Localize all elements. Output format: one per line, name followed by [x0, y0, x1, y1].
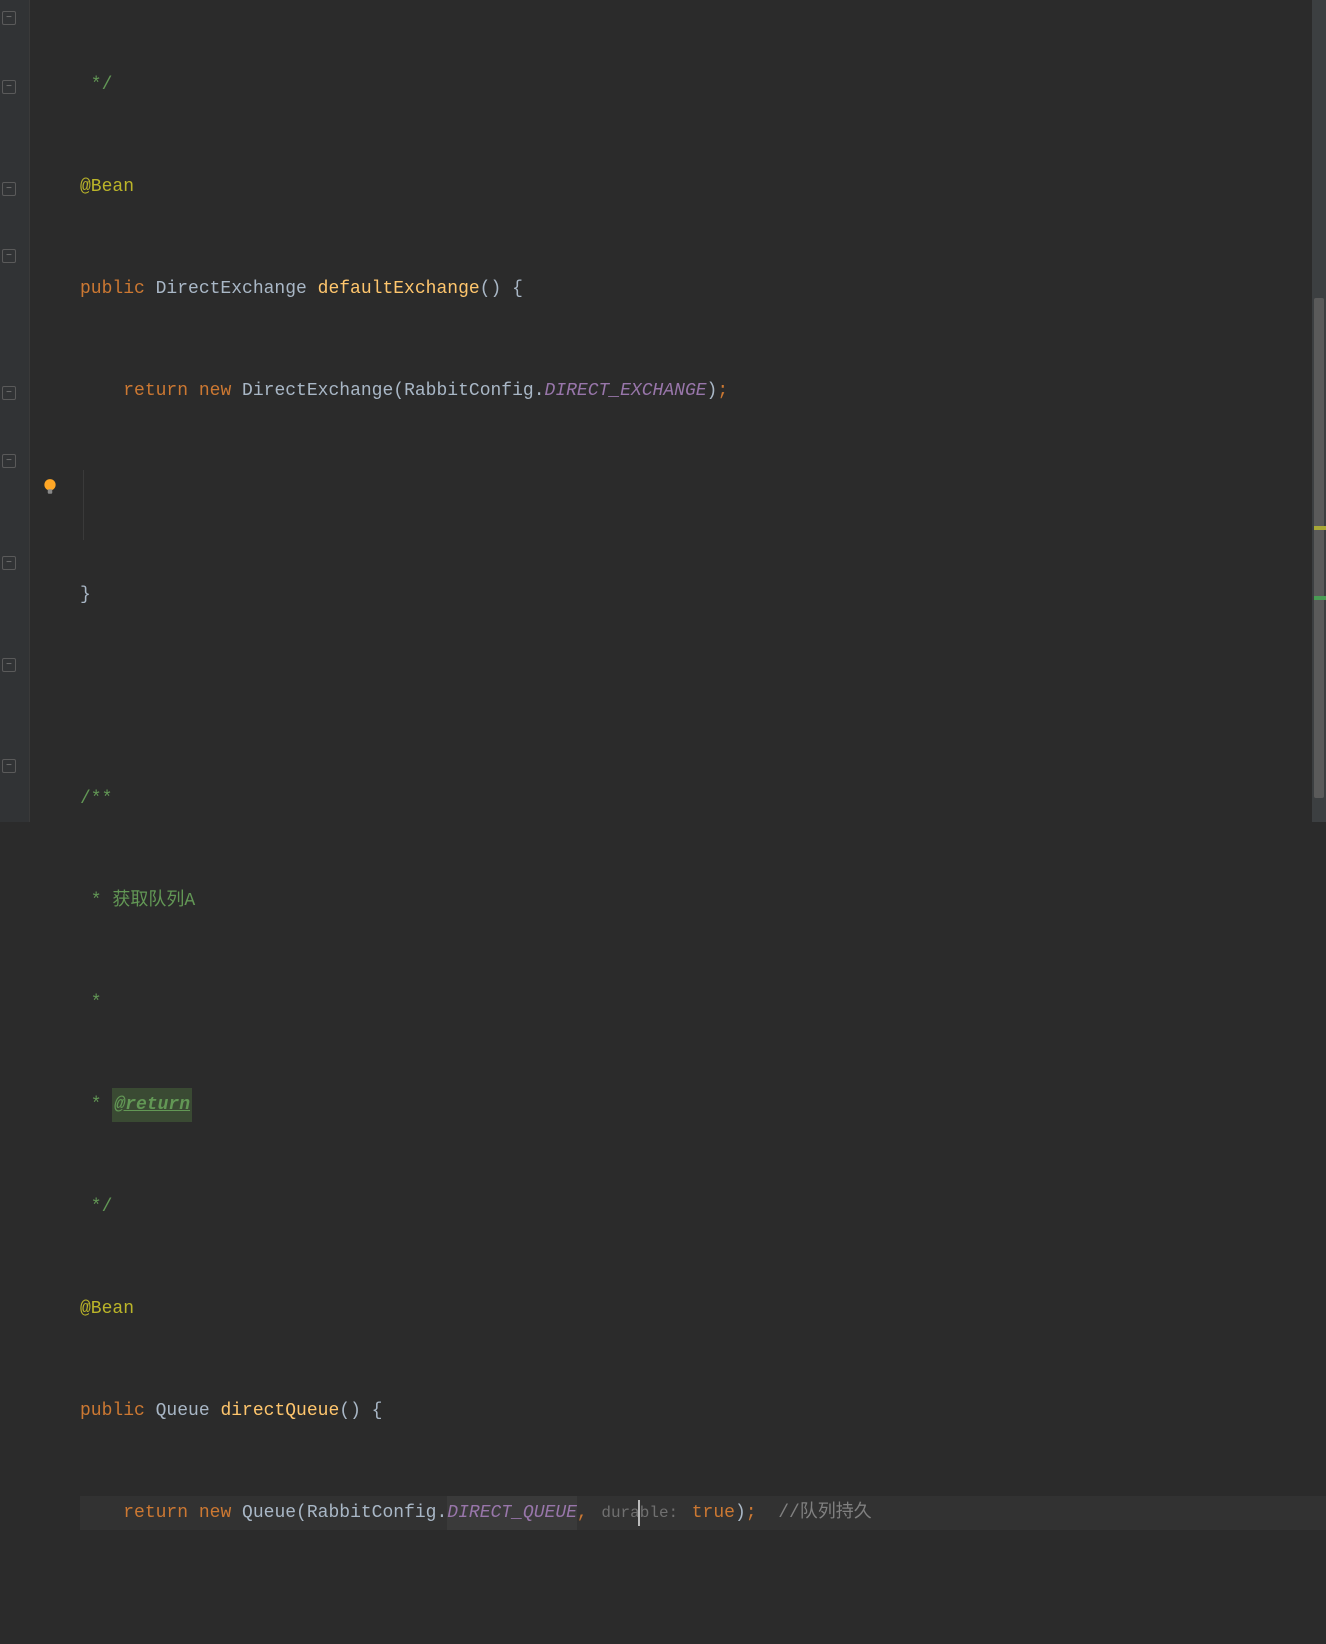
fold-toggle[interactable]: −: [2, 759, 16, 773]
fold-toggle[interactable]: −: [2, 556, 16, 570]
annotation: @Bean: [80, 1292, 134, 1326]
fold-toggle[interactable]: −: [2, 249, 16, 263]
vertical-scrollbar[interactable]: [1312, 0, 1326, 822]
close-brace: }: [80, 578, 91, 612]
warning-marker[interactable]: [1314, 526, 1326, 530]
fold-toggle[interactable]: −: [2, 454, 16, 468]
javadoc-start: /**: [80, 782, 112, 816]
fold-toggle[interactable]: −: [2, 386, 16, 400]
scrollbar-thumb[interactable]: [1314, 298, 1324, 798]
intention-bulb-icon[interactable]: [41, 478, 59, 496]
fold-toggle[interactable]: −: [2, 11, 16, 25]
gutter: − − − − − − − − −: [0, 0, 30, 822]
javadoc-text: 获取队列A: [112, 884, 195, 918]
code-editor[interactable]: */ @Bean public DirectExchange defaultEx…: [30, 0, 1326, 822]
code-line: public Queue directQueue() {: [80, 1394, 1326, 1428]
code-text: */: [80, 68, 112, 102]
ok-marker[interactable]: [1314, 596, 1326, 600]
annotation: @Bean: [80, 170, 134, 204]
javadoc-return-tag: @return: [112, 1088, 192, 1122]
current-line: return new Queue(RabbitConfig.DIRECT_QUE…: [80, 1496, 1326, 1530]
text-cursor: [638, 1500, 640, 1526]
code-line: return new DirectExchange(RabbitConfig.D…: [80, 374, 1326, 408]
fold-toggle[interactable]: −: [2, 182, 16, 196]
javadoc-line: *: [80, 986, 102, 1020]
code-line: public DirectExchange defaultExchange() …: [80, 272, 1326, 306]
indent-guide: [83, 470, 84, 540]
fold-toggle[interactable]: −: [2, 80, 16, 94]
fold-toggle[interactable]: −: [2, 658, 16, 672]
javadoc-end: */: [80, 1190, 112, 1224]
